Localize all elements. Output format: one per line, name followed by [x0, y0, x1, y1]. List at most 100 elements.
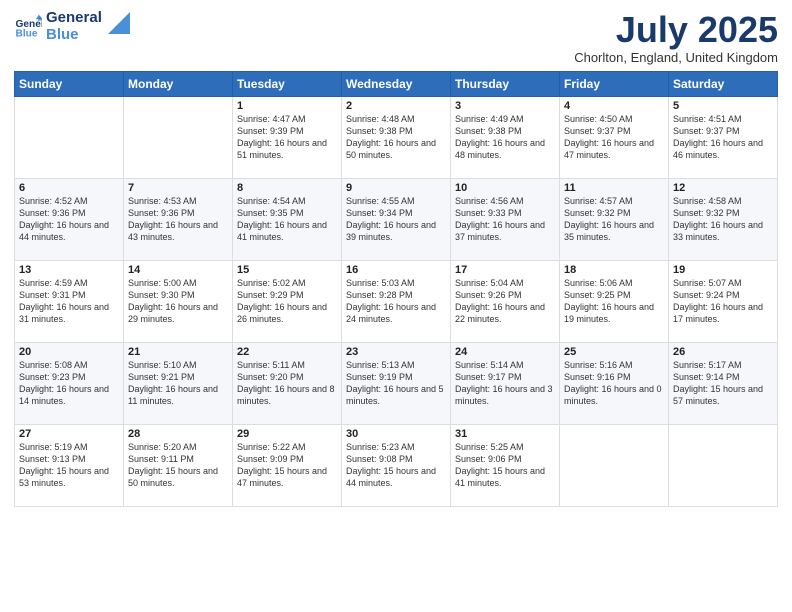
header: General Blue General Blue July 2025 Chor… [14, 10, 778, 65]
day-info: Sunrise: 5:19 AMSunset: 9:13 PMDaylight:… [19, 441, 119, 490]
calendar-cell: 8Sunrise: 4:54 AMSunset: 9:35 PMDaylight… [233, 178, 342, 260]
calendar-cell: 21Sunrise: 5:10 AMSunset: 9:21 PMDayligh… [124, 342, 233, 424]
day-number: 9 [346, 182, 446, 194]
calendar-cell: 23Sunrise: 5:13 AMSunset: 9:19 PMDayligh… [342, 342, 451, 424]
calendar-page: General Blue General Blue July 2025 Chor… [0, 0, 792, 612]
calendar-cell: 11Sunrise: 4:57 AMSunset: 9:32 PMDayligh… [560, 178, 669, 260]
calendar-cell: 5Sunrise: 4:51 AMSunset: 9:37 PMDaylight… [669, 96, 778, 178]
calendar-cell: 10Sunrise: 4:56 AMSunset: 9:33 PMDayligh… [451, 178, 560, 260]
day-number: 11 [564, 182, 664, 194]
day-number: 18 [564, 264, 664, 276]
day-info: Sunrise: 4:50 AMSunset: 9:37 PMDaylight:… [564, 113, 664, 162]
calendar-cell [669, 424, 778, 506]
day-info: Sunrise: 5:07 AMSunset: 9:24 PMDaylight:… [673, 277, 773, 326]
month-title: July 2025 [574, 10, 778, 50]
day-number: 23 [346, 346, 446, 358]
day-number: 14 [128, 264, 228, 276]
calendar-cell: 13Sunrise: 4:59 AMSunset: 9:31 PMDayligh… [15, 260, 124, 342]
day-number: 1 [237, 100, 337, 112]
calendar-cell: 9Sunrise: 4:55 AMSunset: 9:34 PMDaylight… [342, 178, 451, 260]
day-info: Sunrise: 5:14 AMSunset: 9:17 PMDaylight:… [455, 359, 555, 408]
day-info: Sunrise: 5:00 AMSunset: 9:30 PMDaylight:… [128, 277, 228, 326]
day-number: 30 [346, 428, 446, 440]
day-number: 28 [128, 428, 228, 440]
day-info: Sunrise: 5:02 AMSunset: 9:29 PMDaylight:… [237, 277, 337, 326]
calendar-week-2: 6Sunrise: 4:52 AMSunset: 9:36 PMDaylight… [15, 178, 778, 260]
day-info: Sunrise: 4:55 AMSunset: 9:34 PMDaylight:… [346, 195, 446, 244]
svg-text:Blue: Blue [16, 28, 38, 39]
day-info: Sunrise: 4:52 AMSunset: 9:36 PMDaylight:… [19, 195, 119, 244]
calendar-cell: 14Sunrise: 5:00 AMSunset: 9:30 PMDayligh… [124, 260, 233, 342]
calendar-week-4: 20Sunrise: 5:08 AMSunset: 9:23 PMDayligh… [15, 342, 778, 424]
calendar-cell: 27Sunrise: 5:19 AMSunset: 9:13 PMDayligh… [15, 424, 124, 506]
calendar-cell: 19Sunrise: 5:07 AMSunset: 9:24 PMDayligh… [669, 260, 778, 342]
calendar-cell: 31Sunrise: 5:25 AMSunset: 9:06 PMDayligh… [451, 424, 560, 506]
day-info: Sunrise: 4:58 AMSunset: 9:32 PMDaylight:… [673, 195, 773, 244]
subtitle: Chorlton, England, United Kingdom [574, 50, 778, 65]
calendar-cell: 6Sunrise: 4:52 AMSunset: 9:36 PMDaylight… [15, 178, 124, 260]
day-number: 13 [19, 264, 119, 276]
calendar-header-thursday: Thursday [451, 71, 560, 96]
day-number: 29 [237, 428, 337, 440]
day-info: Sunrise: 5:23 AMSunset: 9:08 PMDaylight:… [346, 441, 446, 490]
calendar-cell: 12Sunrise: 4:58 AMSunset: 9:32 PMDayligh… [669, 178, 778, 260]
day-info: Sunrise: 4:54 AMSunset: 9:35 PMDaylight:… [237, 195, 337, 244]
day-info: Sunrise: 4:51 AMSunset: 9:37 PMDaylight:… [673, 113, 773, 162]
calendar-header-monday: Monday [124, 71, 233, 96]
day-number: 4 [564, 100, 664, 112]
logo: General Blue General Blue [14, 10, 130, 43]
calendar-week-5: 27Sunrise: 5:19 AMSunset: 9:13 PMDayligh… [15, 424, 778, 506]
day-info: Sunrise: 5:13 AMSunset: 9:19 PMDaylight:… [346, 359, 446, 408]
day-number: 21 [128, 346, 228, 358]
calendar-header-sunday: Sunday [15, 71, 124, 96]
day-info: Sunrise: 5:04 AMSunset: 9:26 PMDaylight:… [455, 277, 555, 326]
day-info: Sunrise: 4:56 AMSunset: 9:33 PMDaylight:… [455, 195, 555, 244]
calendar-cell: 25Sunrise: 5:16 AMSunset: 9:16 PMDayligh… [560, 342, 669, 424]
day-number: 6 [19, 182, 119, 194]
day-number: 8 [237, 182, 337, 194]
logo-text-general: General [46, 10, 102, 27]
day-number: 7 [128, 182, 228, 194]
calendar-cell: 16Sunrise: 5:03 AMSunset: 9:28 PMDayligh… [342, 260, 451, 342]
calendar-cell: 2Sunrise: 4:48 AMSunset: 9:38 PMDaylight… [342, 96, 451, 178]
day-info: Sunrise: 5:08 AMSunset: 9:23 PMDaylight:… [19, 359, 119, 408]
day-info: Sunrise: 4:49 AMSunset: 9:38 PMDaylight:… [455, 113, 555, 162]
day-info: Sunrise: 4:47 AMSunset: 9:39 PMDaylight:… [237, 113, 337, 162]
calendar-cell: 20Sunrise: 5:08 AMSunset: 9:23 PMDayligh… [15, 342, 124, 424]
day-number: 26 [673, 346, 773, 358]
calendar-cell [124, 96, 233, 178]
day-info: Sunrise: 4:53 AMSunset: 9:36 PMDaylight:… [128, 195, 228, 244]
day-number: 15 [237, 264, 337, 276]
calendar-week-3: 13Sunrise: 4:59 AMSunset: 9:31 PMDayligh… [15, 260, 778, 342]
calendar-header-wednesday: Wednesday [342, 71, 451, 96]
calendar-cell: 26Sunrise: 5:17 AMSunset: 9:14 PMDayligh… [669, 342, 778, 424]
calendar-table: SundayMondayTuesdayWednesdayThursdayFrid… [14, 71, 778, 507]
day-number: 27 [19, 428, 119, 440]
day-info: Sunrise: 5:16 AMSunset: 9:16 PMDaylight:… [564, 359, 664, 408]
day-info: Sunrise: 5:17 AMSunset: 9:14 PMDaylight:… [673, 359, 773, 408]
calendar-cell: 24Sunrise: 5:14 AMSunset: 9:17 PMDayligh… [451, 342, 560, 424]
day-number: 31 [455, 428, 555, 440]
day-number: 20 [19, 346, 119, 358]
day-number: 19 [673, 264, 773, 276]
day-number: 10 [455, 182, 555, 194]
calendar-cell: 22Sunrise: 5:11 AMSunset: 9:20 PMDayligh… [233, 342, 342, 424]
calendar-cell: 29Sunrise: 5:22 AMSunset: 9:09 PMDayligh… [233, 424, 342, 506]
day-info: Sunrise: 5:11 AMSunset: 9:20 PMDaylight:… [237, 359, 337, 408]
day-info: Sunrise: 5:10 AMSunset: 9:21 PMDaylight:… [128, 359, 228, 408]
day-number: 2 [346, 100, 446, 112]
calendar-week-1: 1Sunrise: 4:47 AMSunset: 9:39 PMDaylight… [15, 96, 778, 178]
day-number: 12 [673, 182, 773, 194]
day-number: 3 [455, 100, 555, 112]
day-info: Sunrise: 4:48 AMSunset: 9:38 PMDaylight:… [346, 113, 446, 162]
calendar-cell: 7Sunrise: 4:53 AMSunset: 9:36 PMDaylight… [124, 178, 233, 260]
day-info: Sunrise: 5:22 AMSunset: 9:09 PMDaylight:… [237, 441, 337, 490]
day-info: Sunrise: 4:57 AMSunset: 9:32 PMDaylight:… [564, 195, 664, 244]
day-info: Sunrise: 4:59 AMSunset: 9:31 PMDaylight:… [19, 277, 119, 326]
day-info: Sunrise: 5:20 AMSunset: 9:11 PMDaylight:… [128, 441, 228, 490]
day-number: 17 [455, 264, 555, 276]
calendar-cell [560, 424, 669, 506]
day-info: Sunrise: 5:03 AMSunset: 9:28 PMDaylight:… [346, 277, 446, 326]
logo-icon: General Blue [14, 13, 42, 41]
calendar-header-saturday: Saturday [669, 71, 778, 96]
